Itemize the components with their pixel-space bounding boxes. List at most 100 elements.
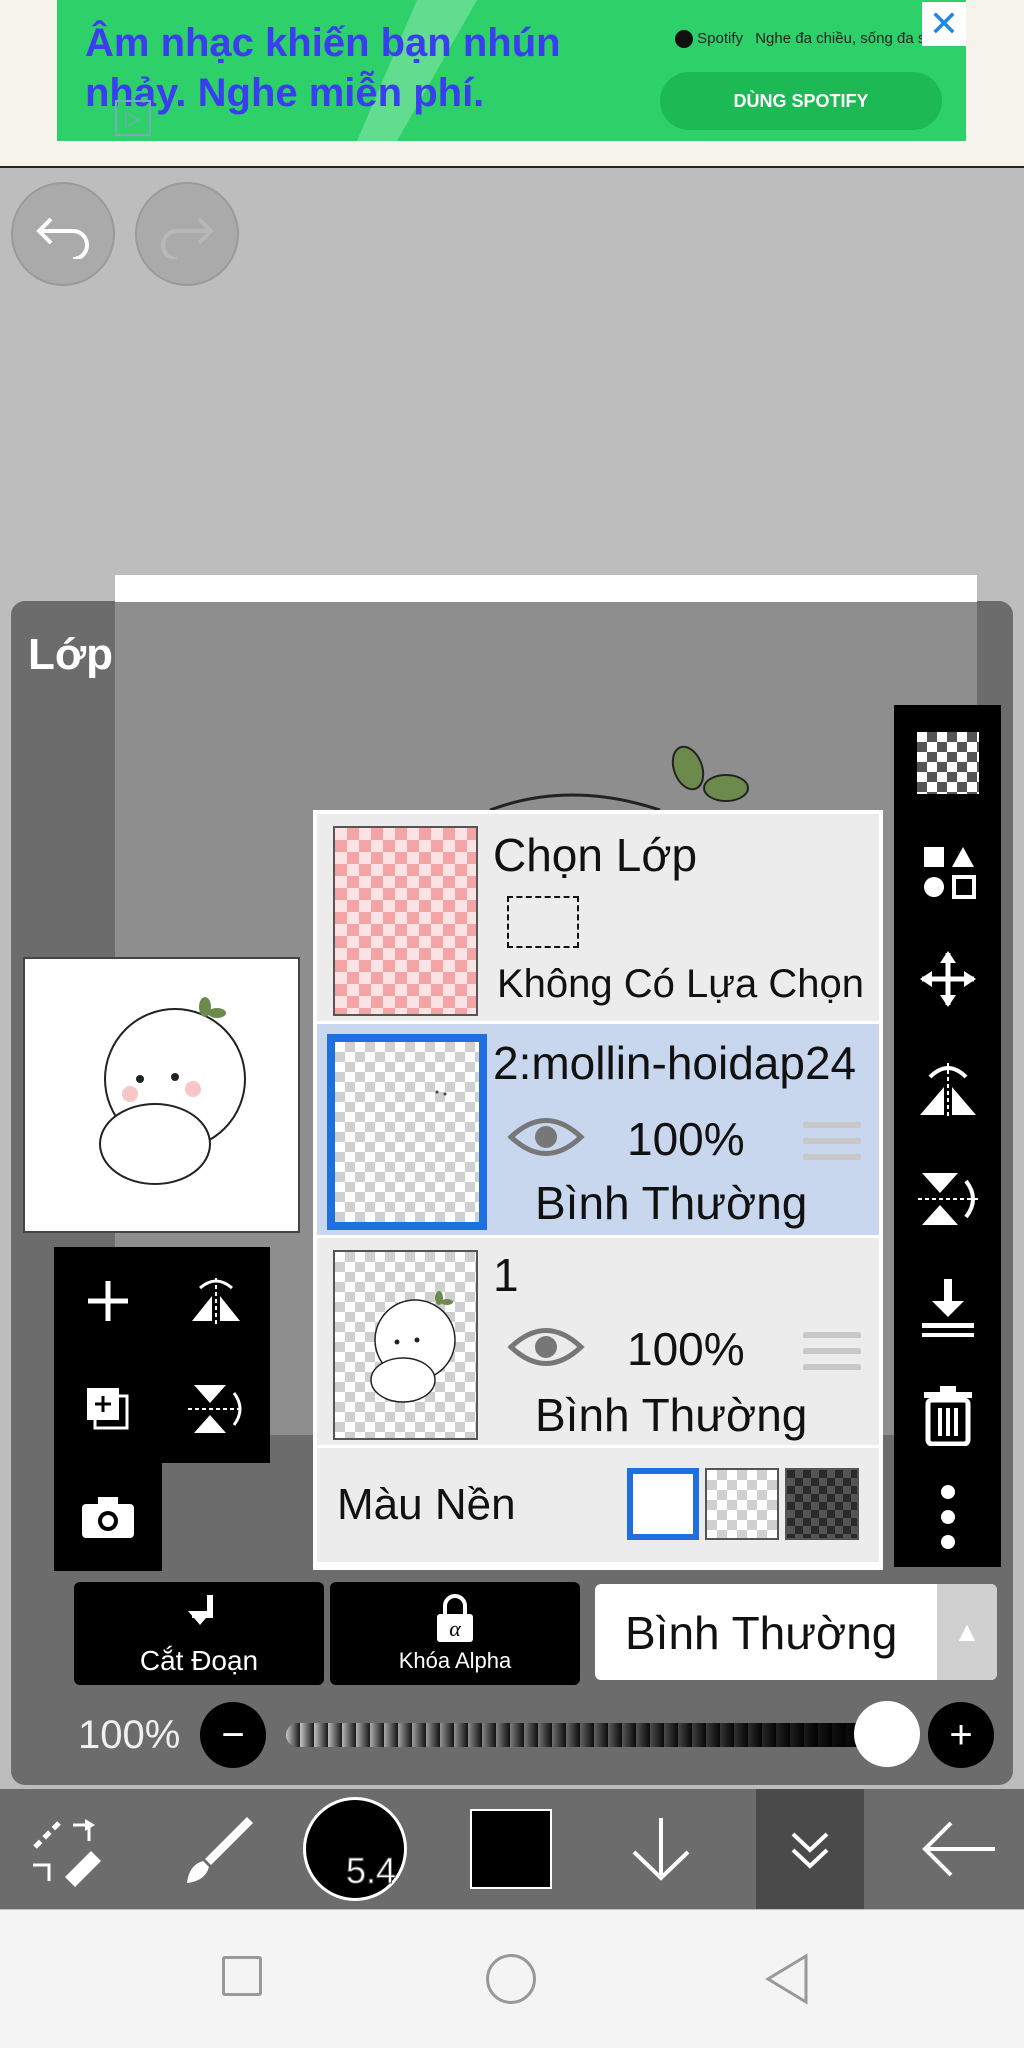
flip-horizontal-icon [192,1278,240,1324]
layer-opacity: 100% [627,1113,745,1165]
undo-icon [36,217,89,259]
ad-brand-tagline: Nghe đa chiều, sống đa s [755,30,926,47]
move-button[interactable] [894,925,1001,1033]
layer-blend-mode: Bình Thường [535,1389,808,1441]
dropdown-arrow-icon[interactable]: ▲ [937,1584,997,1680]
alpha-lock-button[interactable]: α Khóa Alpha [330,1582,580,1685]
more-icon [940,1485,955,1549]
opacity-slider-gradient [286,1723,882,1747]
clipping-button[interactable]: Cắt Đoạn [74,1582,324,1685]
canvas-edge [115,575,977,602]
trash-icon [923,1386,972,1446]
plus-icon: + [949,1712,973,1757]
ad-bar: Âm nhạc khiến bạn nhún nhảy. Nghe miễn p… [0,0,1024,168]
transform-swap-icon [923,847,976,899]
alpha-lock-label: Khóa Alpha [398,1647,512,1673]
transform-swap-button[interactable] [894,817,1001,925]
recent-apps-icon[interactable] [222,1956,262,1996]
selection-subtitle: Không Có Lựa Chọn [497,962,865,1006]
opacity-increase-button[interactable]: + [928,1702,994,1768]
panel-title: Lớp [28,630,114,679]
canvas-drawing-sprout [489,745,749,812]
close-icon[interactable]: ✕ [922,2,966,46]
layer-down-button[interactable] [606,1789,716,1909]
clipping-label: Cắt Đoạn [139,1644,259,1676]
back-button[interactable] [904,1789,1014,1909]
flip-h-button[interactable] [894,1035,1001,1143]
more-options-button[interactable] [894,1463,1001,1571]
ad-banner[interactable]: Âm nhạc khiến bạn nhún nhảy. Nghe miễn p… [57,0,966,141]
home-icon[interactable] [486,1954,536,2004]
transform-tool-button[interactable] [10,1789,120,1909]
add-copy-icon [87,1388,129,1430]
layer-row[interactable]: 1 100% Bình Thường [317,1238,879,1448]
brush-size-button[interactable]: 5.4 [300,1789,410,1909]
layer-thumbnail [333,1250,478,1440]
opacity-label: 100% [78,1713,181,1757]
right-toolbar [894,705,1001,1567]
drag-handle-icon[interactable] [803,1332,861,1380]
flip-v-button[interactable] [894,1145,1001,1253]
brush-size-indicator: 5.4 [303,1797,407,1901]
layer-content [435,1090,447,1096]
background-label: Màu Nền [337,1480,516,1529]
add-layer-button[interactable] [54,1247,162,1355]
flip-horizontal-button[interactable] [162,1247,270,1355]
flip-vertical-icon [188,1385,244,1433]
camera-button[interactable] [54,1463,162,1571]
ad-brand-name: Spotify [697,30,744,47]
layer-opacity: 100% [627,1323,745,1375]
redo-icon [161,217,214,259]
brush-size-value: 5.4 [345,1850,397,1892]
add-layer-icon [88,1281,128,1321]
blend-mode-select[interactable]: Bình Thường ▲ [595,1584,997,1680]
color-button[interactable] [456,1789,566,1909]
camera-icon [82,1497,134,1538]
back-icon[interactable] [762,1952,812,2006]
merge-down-icon [921,1279,974,1337]
drag-handle-icon[interactable] [803,1122,861,1170]
drawing-thumbnail [99,997,246,1185]
selection-thumbnail [333,826,478,1016]
opacity-decrease-button[interactable]: − [200,1702,266,1768]
undo-button[interactable] [11,182,115,286]
background-transparent-swatch[interactable] [705,1468,779,1540]
collapse-icon [791,1832,829,1869]
transparency-button[interactable] [894,709,1001,817]
color-swatch [470,1809,552,1889]
back-arrow-icon [922,1821,995,1877]
brush-tool-button[interactable] [160,1789,270,1909]
merge-down-button[interactable] [894,1253,1001,1361]
flip-v-icon [917,1173,978,1225]
ad-cta-button[interactable]: DÙNG SPOTIFY [660,72,942,130]
layer-content [370,1291,456,1403]
layer-thumbnail [327,1034,487,1230]
collapse-panel-button[interactable] [756,1789,864,1909]
selection-marquee-icon [507,896,579,948]
visibility-eye-icon[interactable] [507,1322,585,1372]
blend-mode-value: Bình Thường [625,1607,898,1659]
spotify-icon [675,30,693,49]
background-white-swatch[interactable] [627,1468,699,1540]
flip-h-icon [919,1063,976,1117]
alpha-lock-icon: α [437,1593,473,1642]
opacity-slider-thumb[interactable] [854,1701,920,1767]
layer-row[interactable]: 2:mollin-hoidap24 100% Bình Thường [317,1024,879,1238]
duplicate-layer-button[interactable] [54,1355,162,1463]
ad-headline: Âm nhạc khiến bạn nhún nhảy. Nghe miễn p… [85,21,561,115]
bottom-toolbar: 5.4 [0,1789,1024,1909]
selection-layer-row[interactable]: Chọn Lớp Không Có Lựa Chọn [317,814,879,1024]
svg-text:α: α [449,1616,461,1641]
selection-title: Chọn Lớp [493,829,698,881]
redo-button[interactable] [135,182,239,286]
visibility-eye-icon[interactable] [507,1112,585,1162]
canvas-thumbnail[interactable] [23,957,300,1233]
background-color-row: Màu Nền [317,1448,879,1562]
move-icon [919,951,976,1007]
delete-layer-button[interactable] [894,1361,1001,1469]
background-dark-swatch[interactable] [785,1468,859,1540]
flip-vertical-button[interactable] [162,1355,270,1463]
adchoices-icon[interactable]: ▷ [115,100,151,136]
system-nav-bar [0,1910,1024,2048]
transform-icon [33,1819,101,1887]
